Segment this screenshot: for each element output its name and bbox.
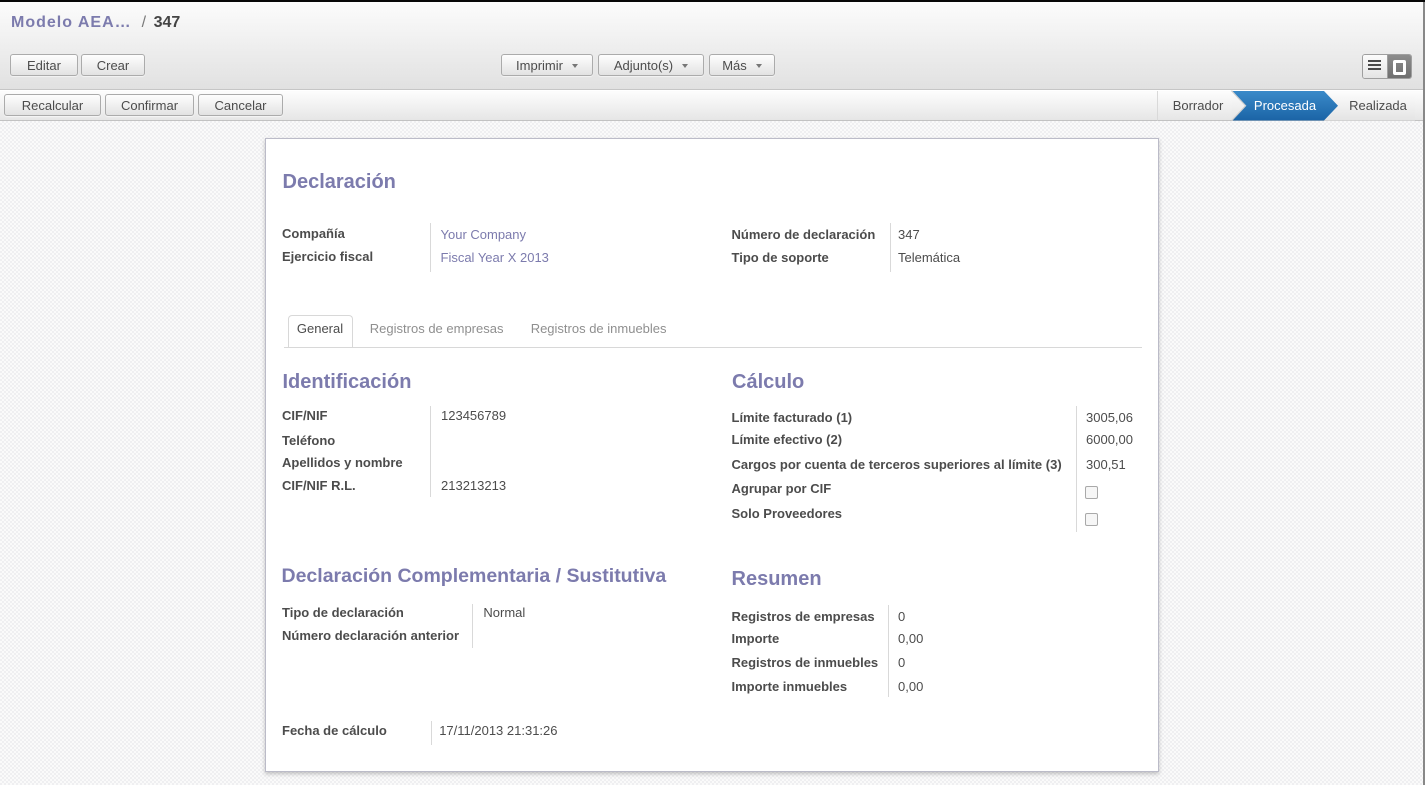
svg-text:Borrador: Borrador — [1173, 98, 1224, 113]
svg-text:Procesada: Procesada — [1254, 98, 1317, 113]
svg-text:Realizada: Realizada — [1349, 98, 1408, 113]
